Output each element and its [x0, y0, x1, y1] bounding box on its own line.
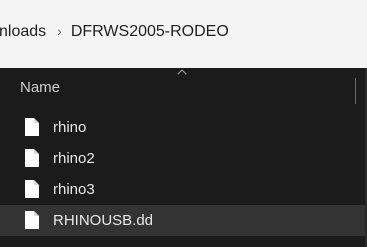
file-list-pane: Name rhino rhino2 rhino3 RHINOUSB.dd [0, 68, 367, 247]
chevron-right-icon: › [57, 23, 62, 39]
file-icon [25, 211, 39, 229]
breadcrumb-item-current-folder[interactable]: DFRWS2005-RODEO [71, 23, 229, 41]
file-name-label: rhino [53, 119, 87, 136]
file-list: rhino rhino2 rhino3 RHINOUSB.dd [0, 112, 367, 247]
name-column-header[interactable]: Name [20, 80, 60, 95]
address-bar[interactable]: nloads › DFRWS2005-RODEO [0, 0, 367, 68]
file-icon [25, 118, 39, 136]
chevron-up-icon [177, 69, 187, 75]
file-icon [25, 180, 39, 198]
file-icon [25, 149, 39, 167]
file-name-label: rhino2 [53, 150, 95, 167]
file-row-rhino[interactable]: rhino [0, 112, 367, 143]
file-name-label: RHINOUSB.dd [53, 212, 154, 229]
file-row-rhino3[interactable]: rhino3 [0, 174, 367, 205]
column-header-row: Name [0, 68, 367, 108]
column-divider[interactable] [355, 78, 356, 104]
file-explorer-window: nloads › DFRWS2005-RODEO Name rhino rhin… [0, 0, 367, 247]
file-row-rhinousb[interactable]: RHINOUSB.dd [0, 205, 367, 236]
file-row-rhino2[interactable]: rhino2 [0, 143, 367, 174]
breadcrumb-item-downloads[interactable]: nloads [0, 23, 46, 41]
file-name-label: rhino3 [53, 181, 95, 198]
breadcrumb: nloads › DFRWS2005-RODEO [0, 0, 367, 64]
